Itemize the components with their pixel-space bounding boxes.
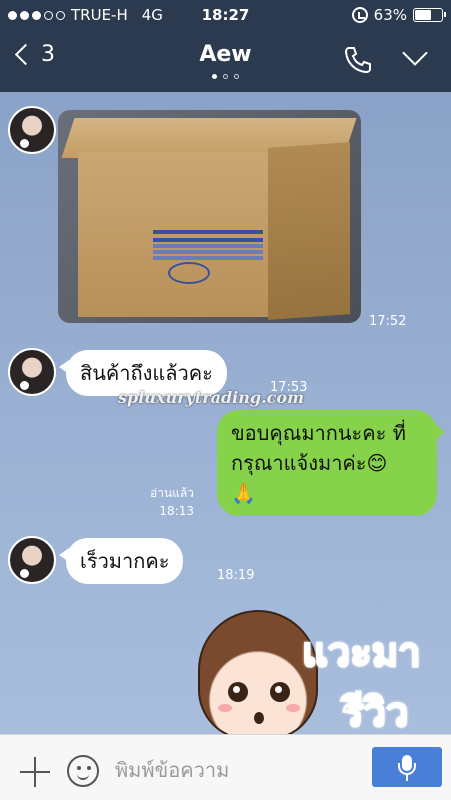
- dropdown-menu-button[interactable]: [400, 40, 430, 70]
- sticker-message[interactable]: แวะมา รีวิว: [190, 592, 450, 734]
- girl-face-sticker-image: [198, 610, 318, 734]
- phone-icon: [344, 47, 371, 74]
- message-text: สินค้าถึงแล้วคะ: [80, 361, 213, 385]
- read-receipt: อ่านแล้ว 18:13: [150, 484, 194, 520]
- read-label: อ่านแล้ว: [150, 486, 194, 500]
- message-input[interactable]: [115, 753, 355, 787]
- message-input-bar: [0, 734, 451, 800]
- sticker-text: แวะมา: [301, 629, 422, 677]
- sticker-text: รีวิว: [341, 689, 409, 734]
- status-bar: TRUE-H 4G 18:27 63%: [0, 0, 451, 30]
- watermark: spluxurytrading.com: [118, 388, 304, 407]
- outgoing-message-bubble[interactable]: ขอบคุณมากนะคะ ที่ กรุณาแจ้งมาค่ะ😊 🙏: [217, 410, 445, 516]
- chat-header: 3 Aew: [0, 30, 451, 92]
- battery-percent: 63%: [373, 6, 407, 24]
- avatar[interactable]: [8, 348, 56, 396]
- page-indicator: [0, 74, 451, 79]
- carrier-name: TRUE-H: [71, 6, 128, 24]
- parcel-box-image: [78, 152, 268, 317]
- message-text: ขอบคุณมากนะคะ ที่: [231, 421, 406, 445]
- emoji-icon[interactable]: [67, 755, 99, 787]
- signal-strength-icon: [8, 10, 65, 20]
- incoming-message-bubble[interactable]: เร็วมากคะ: [58, 538, 184, 584]
- network-type: 4G: [141, 6, 163, 24]
- chat-area[interactable]: 17:52 สินค้าถึงแล้วคะ 17:53 spluxurytrad…: [0, 92, 451, 734]
- chat-title: Aew: [199, 42, 252, 67]
- photo-message[interactable]: [58, 110, 361, 323]
- message-text: 🙏: [231, 481, 256, 505]
- page-dot: [234, 74, 239, 79]
- rotation-lock-icon: [351, 7, 368, 23]
- avatar[interactable]: [8, 106, 56, 154]
- message-time: 17:52: [369, 314, 407, 329]
- chevron-down-icon: [402, 40, 428, 66]
- message-time: 18:19: [217, 568, 255, 583]
- voice-record-button[interactable]: [372, 747, 442, 787]
- battery-icon: [413, 8, 446, 22]
- page-dot: [223, 74, 228, 79]
- message-text: กรุณาแจ้งมาค่ะ😊: [231, 451, 388, 475]
- call-button[interactable]: [343, 44, 373, 74]
- message-time: 18:13: [159, 504, 194, 518]
- plus-icon[interactable]: [20, 757, 50, 787]
- message-text: เร็วมากคะ: [80, 549, 170, 573]
- page-dot: [212, 74, 217, 79]
- avatar[interactable]: [8, 536, 56, 584]
